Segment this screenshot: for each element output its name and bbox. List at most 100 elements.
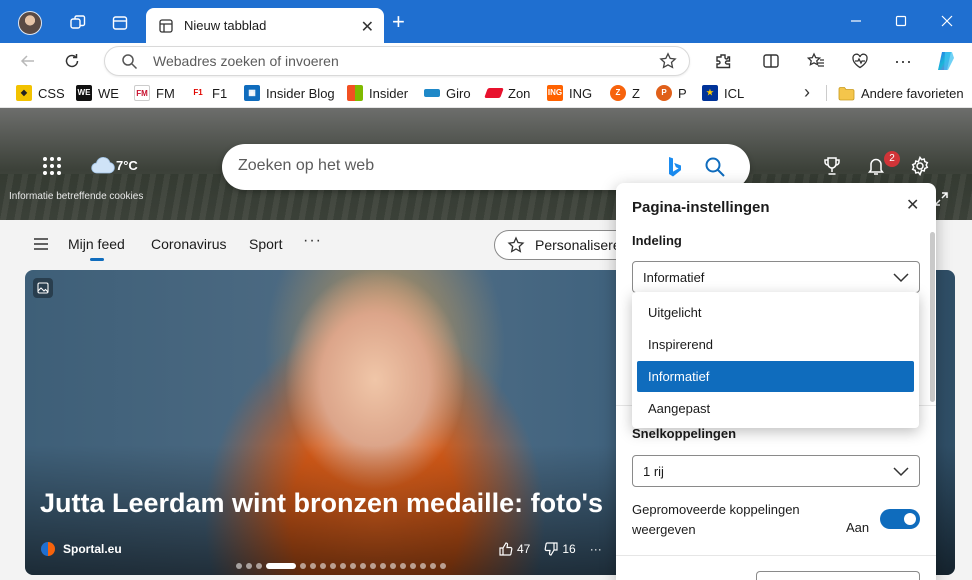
favicon-icon: FM (134, 85, 150, 101)
carousel-dot[interactable] (420, 563, 426, 569)
weather-widget[interactable]: 7°C (90, 156, 138, 174)
bing-logo-icon (669, 157, 681, 177)
panel-scrollbar[interactable] (930, 232, 935, 402)
address-bar[interactable] (104, 46, 690, 76)
page-settings-gear-icon[interactable] (910, 155, 930, 179)
new-tab-button[interactable]: + (392, 11, 405, 33)
favorite-f1[interactable]: F1 F1 (190, 84, 227, 102)
other-favorites[interactable]: Andere favorieten (838, 84, 964, 102)
carousel-dot[interactable] (330, 563, 336, 569)
favorites-icon[interactable] (805, 50, 827, 72)
cookie-info-link[interactable]: Informatie betreffende cookies (9, 191, 143, 202)
profile-avatar[interactable] (18, 11, 42, 35)
back-icon[interactable] (16, 49, 40, 73)
refresh-icon[interactable] (60, 49, 84, 73)
card-headline[interactable]: Jutta Leerdam wint bronzen medaille: fot… (40, 488, 603, 519)
carousel-dot[interactable] (320, 563, 326, 569)
carousel-dot[interactable] (400, 563, 406, 569)
minimize-icon[interactable] (846, 11, 866, 31)
carousel-indicator[interactable] (236, 563, 446, 569)
gallery-icon (33, 278, 53, 298)
tab-new[interactable]: Nieuw tabblad ✕ (146, 8, 384, 43)
extensions-icon[interactable] (712, 50, 734, 72)
sparkle-star-icon (507, 236, 525, 253)
carousel-dot[interactable] (380, 563, 386, 569)
quicklinks-select[interactable]: 1 rij (632, 455, 920, 487)
favorite-ing[interactable]: ING ING (547, 84, 592, 102)
web-search-input[interactable] (238, 157, 658, 175)
close-window-icon[interactable] (937, 11, 957, 31)
layout-select[interactable]: Informatief (632, 261, 920, 293)
layout-option-inspirerend[interactable]: Inspirerend (637, 329, 914, 360)
app-launcher-icon[interactable] (42, 156, 62, 179)
feed-tab-coronavirus[interactable]: Coronavirus (151, 236, 226, 252)
promoted-links-state: Aan (846, 520, 870, 535)
copilot-icon[interactable] (935, 50, 957, 72)
carousel-dot[interactable] (340, 563, 346, 569)
carousel-dot[interactable] (310, 563, 316, 569)
close-panel-icon[interactable]: ✕ (906, 195, 919, 215)
carousel-dot[interactable] (360, 563, 366, 569)
promoted-links-toggle[interactable] (880, 509, 920, 529)
browser-essentials-icon[interactable] (849, 50, 871, 72)
panel-divider (616, 555, 936, 556)
carousel-dot[interactable] (390, 563, 396, 569)
favorite-p[interactable]: PP (656, 84, 687, 102)
carousel-dot[interactable] (256, 563, 262, 569)
expand-icon[interactable] (934, 192, 948, 209)
chevron-down-icon (893, 273, 909, 283)
carousel-dot[interactable] (440, 563, 446, 569)
tab-actions-icon[interactable] (110, 13, 130, 33)
favicon-icon: ◆ (16, 85, 32, 101)
carousel-dot[interactable] (430, 563, 436, 569)
carousel-dot[interactable] (246, 563, 252, 569)
maximize-icon[interactable] (891, 11, 911, 31)
layout-dropdown-list: Uitgelicht Inspirerend Informatief Aange… (632, 292, 919, 428)
carousel-dot[interactable] (236, 563, 242, 569)
favorite-giro[interactable]: Giro (424, 84, 471, 102)
feed-tab-sport[interactable]: Sport (249, 236, 282, 252)
feed-tab-my-feed[interactable]: Mijn feed (68, 236, 125, 261)
dislike-button[interactable]: 16 (544, 542, 576, 556)
split-screen-icon[interactable] (760, 50, 782, 72)
layout-option-informatief[interactable]: Informatief (637, 361, 914, 392)
address-input[interactable] (153, 53, 633, 69)
personalize-button[interactable]: Personaliseren (494, 230, 634, 260)
favorite-we[interactable]: WE WE (76, 84, 119, 102)
newtab-page-icon (159, 18, 173, 33)
layout-option-uitgelicht[interactable]: Uitgelicht (637, 297, 914, 328)
chevron-right-icon[interactable]: › (804, 82, 810, 103)
feed-more-icon[interactable]: ··· (303, 232, 322, 250)
favorite-z[interactable]: ZZ (610, 84, 640, 102)
favorite-fm[interactable]: FM FM (134, 84, 175, 102)
favorite-star-icon[interactable] (659, 52, 677, 70)
carousel-dot[interactable] (370, 563, 376, 569)
carousel-dot[interactable] (300, 563, 306, 569)
title-bar: Nieuw tabblad ✕ + (0, 0, 972, 43)
favorite-icl[interactable]: ★ ICL (702, 84, 744, 102)
panel-button[interactable] (756, 571, 920, 580)
tab-title: Nieuw tabblad (184, 18, 267, 33)
carousel-dot[interactable] (350, 563, 356, 569)
folder-icon (838, 86, 855, 100)
card-more-icon[interactable]: ··· (590, 542, 602, 556)
weather-temperature: 7°C (116, 157, 138, 173)
close-tab-icon[interactable]: ✕ (361, 17, 374, 37)
notifications-bell-icon[interactable] (866, 156, 886, 179)
favorite-insider-blog[interactable]: ▦ Insider Blog (244, 84, 335, 102)
rewards-trophy-icon[interactable] (822, 156, 842, 179)
favorite-css[interactable]: ◆ CSS (16, 84, 65, 102)
favorite-insider[interactable]: Insider (347, 84, 408, 102)
card-source[interactable]: Sportal.eu (41, 542, 122, 556)
carousel-dot[interactable] (266, 563, 296, 569)
layout-option-aangepast[interactable]: Aangepast (637, 393, 914, 424)
search-icon[interactable] (704, 156, 726, 178)
favicon-icon: P (656, 85, 672, 101)
more-options-icon[interactable]: ··· (892, 50, 914, 72)
workspaces-icon[interactable] (68, 13, 88, 33)
favorite-zon[interactable]: Zon (484, 84, 530, 102)
like-button[interactable]: 47 (499, 542, 530, 556)
carousel-dot[interactable] (410, 563, 416, 569)
menu-hamburger-icon[interactable] (33, 237, 49, 254)
panel-title: Pagina-instellingen (632, 199, 770, 216)
